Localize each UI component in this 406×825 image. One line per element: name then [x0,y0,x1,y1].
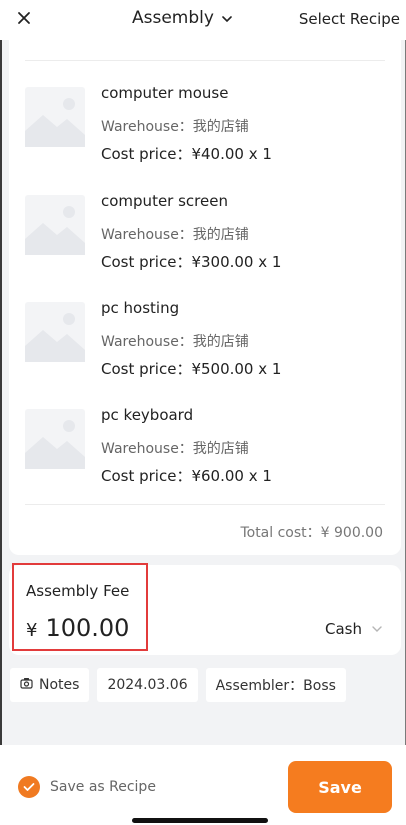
item-name: pc keyboard [101,406,194,424]
divider [25,504,385,505]
item-name: pc hosting [101,299,180,317]
divider [25,60,385,61]
date-value: 2024.03.06 [107,677,188,693]
save-as-recipe-label: Save as Recipe [50,779,156,795]
total-cost: Total cost：¥ 900.00 [240,525,383,541]
item-cost: Cost price：¥40.00 x 1 [101,145,272,163]
chevron-down-icon [222,13,232,26]
date-chip[interactable]: 2024.03.06 [97,668,198,702]
item-cost: Cost price：¥60.00 x 1 [101,467,272,485]
image-placeholder-icon [25,409,85,469]
chevron-down-icon [372,623,382,636]
camera-icon [20,677,33,693]
screen-edge-left [0,0,2,825]
check-icon [18,776,40,798]
select-recipe-button[interactable]: Select Recipe [299,10,400,28]
item-name: computer mouse [101,84,229,102]
highlight-box [12,563,148,651]
close-icon[interactable] [14,8,34,28]
item-warehouse: Warehouse：我的店铺 [101,441,249,457]
product-list-card: computer mouse Warehouse：我的店铺 Cost price… [9,40,401,555]
payment-method-select[interactable]: Cash [325,620,382,638]
notes-label: Notes [39,677,80,693]
title-dropdown[interactable]: Assembly [132,8,232,28]
list-item[interactable]: computer mouse Warehouse：我的店铺 Cost price… [25,78,385,168]
item-cost: Cost price：¥500.00 x 1 [101,360,282,378]
bottom-action-bar: Save as Recipe Save [0,745,406,825]
item-warehouse: Warehouse：我的店铺 [101,119,249,135]
top-bar: Assembly Select Recipe [0,0,406,40]
notes-chip[interactable]: Notes [10,668,90,702]
item-warehouse: Warehouse：我的店铺 [101,227,249,243]
info-chips: Notes 2024.03.06 Assembler：Boss [10,668,346,702]
image-placeholder-icon [25,195,85,255]
payment-method-value: Cash [325,620,362,638]
image-placeholder-icon [25,87,85,147]
image-placeholder-icon [25,302,85,362]
assembler-chip[interactable]: Assembler：Boss [205,668,346,702]
item-cost: Cost price：¥300.00 x 1 [101,253,282,271]
assembler-value: Assembler：Boss [215,678,336,694]
list-item[interactable]: pc keyboard Warehouse：我的店铺 Cost price：¥6… [25,400,385,490]
item-name: computer screen [101,192,228,210]
list-item[interactable]: pc hosting Warehouse：我的店铺 Cost price：¥50… [25,293,385,383]
page-title: Assembly [132,8,214,28]
item-warehouse: Warehouse：我的店铺 [101,334,249,350]
home-indicator [132,818,268,823]
save-button[interactable]: Save [288,761,392,813]
save-as-recipe-toggle[interactable]: Save as Recipe [18,776,156,798]
list-item[interactable]: computer screen Warehouse：我的店铺 Cost pric… [25,186,385,276]
